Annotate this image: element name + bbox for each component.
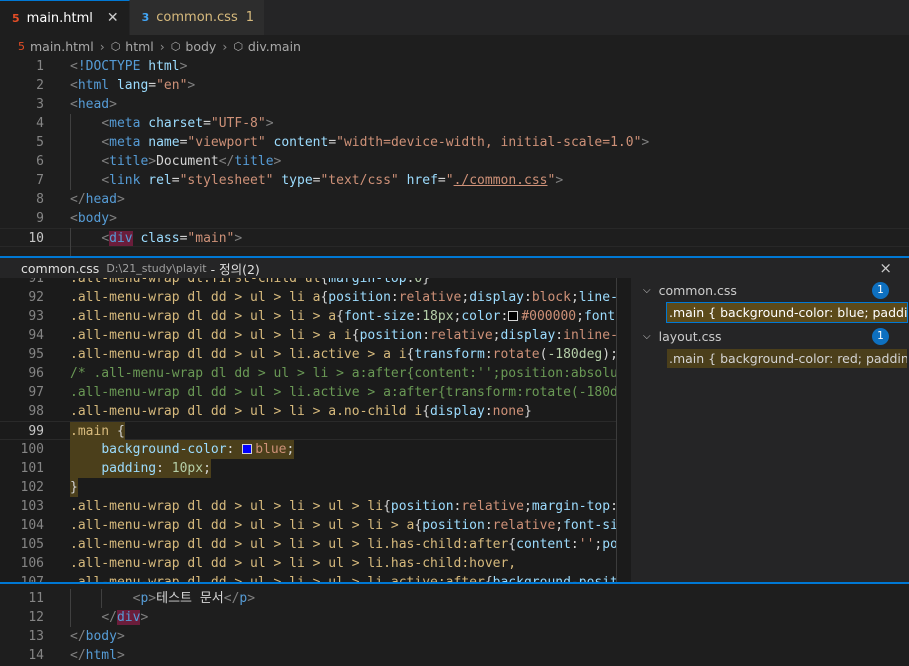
code-line: 97 .all-menu-wrap dl dd > ul > li.active … [28,385,634,400]
indent-guide [70,228,71,256]
code-line: 9 <body> [36,211,117,226]
code-line: 2 <html lang="en"> [36,78,196,93]
reference-item[interactable]: .main { background-color: red; padding: … [667,349,907,368]
code-line: 93 .all-menu-wrap dl dd > ul > li > a{fon… [28,309,639,324]
chevron-right-icon: › [222,38,228,54]
indent-guide [101,589,102,608]
close-icon[interactable]: × [879,259,892,277]
color-swatch-icon[interactable] [508,311,519,321]
code-line: 106 .all-menu-wrap dl dd > ul > li > ul >… [20,556,517,571]
problem-count-badge: 1 [245,10,255,25]
symbol-element-icon: ⬡ [170,39,181,53]
breadcrumb-body[interactable]: ⬡ body [171,39,217,54]
code-line: 94 .all-menu-wrap dl dd > ul > li > a i{p… [28,328,642,343]
chevron-right-icon: › [99,38,105,54]
code-line: 105 .all-menu-wrap dl dd > ul > li > ul >… [20,537,642,552]
code-line: 14 </html> [28,648,125,663]
symbol-element-icon: ⬡ [110,39,121,53]
chevron-down-icon: ⌵ [643,284,651,296]
code-line: 103 .all-menu-wrap dl dd > ul > li > ul >… [20,499,642,514]
indent-guide [70,589,71,627]
code-line: 101 padding: 10px; [20,459,211,478]
reference-item[interactable]: .main { background-color: blue; padding:… [666,302,908,323]
code-line: 92 .all-menu-wrap dl dd > ul > li a{posit… [28,290,642,305]
peek-title: - 정의(2) [210,261,260,277]
code-line: 11 <p>테스트 문서</p> [28,591,256,606]
reference-group-layout-css[interactable]: ⌵ layout.css 1 [631,325,909,347]
color-swatch-icon[interactable] [242,444,253,454]
reference-group-common-css[interactable]: ⌵ common.css 1 [631,279,909,301]
code-line: 107 .all-menu-wrap dl dd > ul > li > ul >… [20,575,642,584]
html5-icon: 5 [18,39,25,53]
code-line: 1 <!DOCTYPE html> [36,59,188,74]
code-line: 7 <link rel="stylesheet" type="text/css"… [36,173,564,188]
breadcrumb-file[interactable]: 5 main.html [18,39,94,54]
tab-bar: 5 main.html ✕ 3 common.css 1 [0,0,909,35]
vertical-scrollbar[interactable] [616,278,631,582]
breadcrumb-html[interactable]: ⬡ html [111,39,154,54]
code-line-current: 99 .main { [0,421,630,441]
peek-file-path: D:\21_study\playit [106,261,207,275]
peek-references-panel: ⌵ common.css 1 .main { background-color:… [631,278,909,582]
code-line: 4 <meta charset="UTF-8"> [36,116,274,131]
code-line: 5 <meta name="viewport" content="width=d… [36,135,650,150]
code-line: 91 .all-menu-wrap dl:first-child ul{margi… [28,278,431,286]
code-line: 3 <head> [36,97,117,112]
indent-guide [70,114,71,190]
code-line: 96/* .all-menu-wrap dl dd > ul > li > a:… [28,366,642,381]
peek-definition-editor[interactable]: 91 .all-menu-wrap dl:first-child ul{margi… [0,278,909,584]
peek-definition-header: common.css D:\21_study\playit - 정의(2) × [0,256,909,278]
tab-label: main.html [26,10,93,26]
code-line: 8 </head> [36,192,125,207]
code-line: 98 .all-menu-wrap dl dd > ul > li > a.no-… [28,404,532,419]
code-line: 12 </div> [28,610,149,625]
code-line: 95 .all-menu-wrap dl dd > ul > li.active … [28,347,641,362]
tab-common-css[interactable]: 3 common.css 1 [129,0,266,35]
reference-count-badge: 1 [872,282,889,299]
peek-file-name[interactable]: common.css [21,261,99,276]
chevron-down-icon: ⌵ [643,330,651,342]
close-icon[interactable]: ✕ [107,10,119,26]
code-line: 13 </body> [28,629,125,644]
code-line: 6 <title>Document</title> [36,154,282,169]
breadcrumb: 5 main.html › ⬡ html › ⬡ body › ⬡ div.main [0,35,909,57]
code-line: 102} [20,478,78,497]
tab-main-html[interactable]: 5 main.html ✕ [0,0,130,35]
code-line: 100 background-color: blue; [20,440,295,459]
chevron-right-icon: › [159,38,165,54]
code-line-current: 10 <div class="main"> [0,228,909,247]
reference-count-badge: 1 [872,328,889,345]
breadcrumb-div-main[interactable]: ⬡ div.main [233,39,301,54]
html5-icon: 5 [12,11,20,25]
symbol-element-icon: ⬡ [233,39,243,53]
code-line: 104 .all-menu-wrap dl dd > ul > li > ul >… [20,518,642,533]
css3-icon: 3 [141,11,150,24]
tab-label: common.css [156,10,238,25]
